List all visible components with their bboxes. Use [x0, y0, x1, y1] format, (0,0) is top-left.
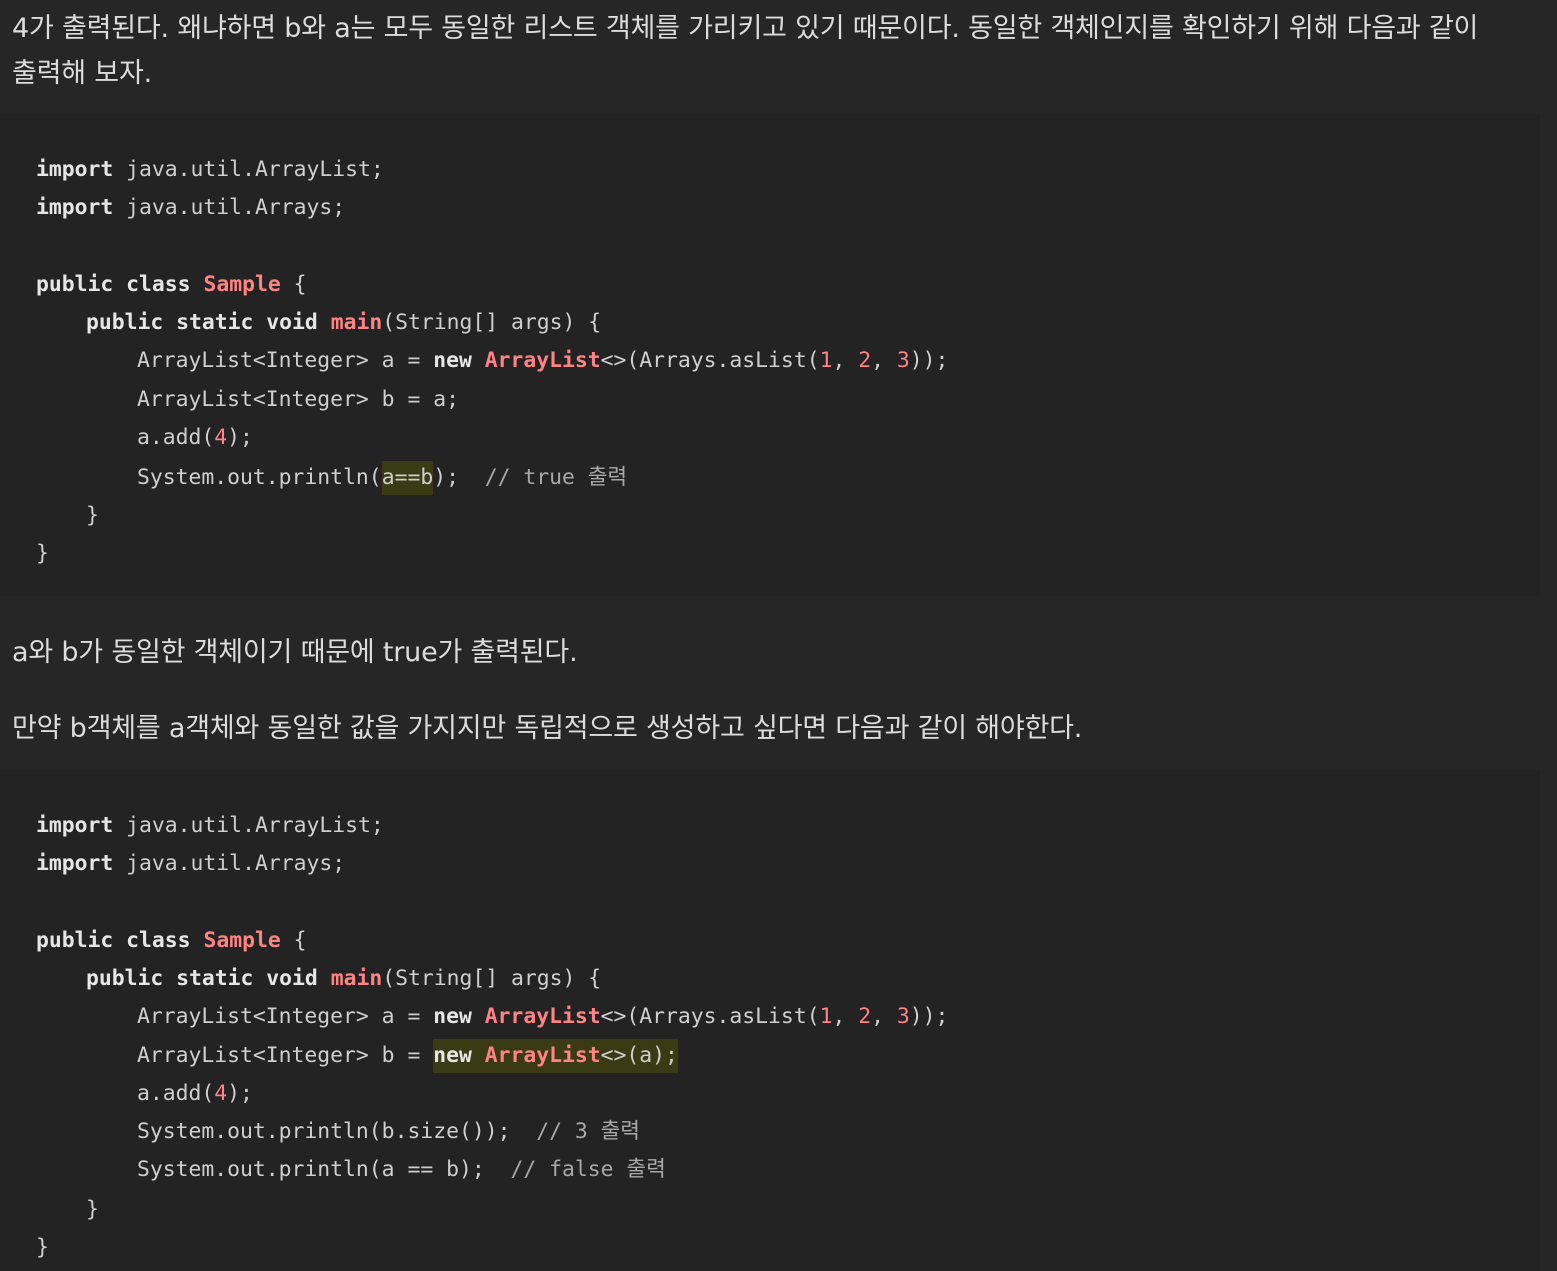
code-class-name: ArrayList: [484, 1043, 601, 1068]
code-number: 4: [214, 1081, 228, 1106]
code-text: );: [227, 425, 253, 450]
code-text: ,: [832, 348, 859, 373]
code-text: <>(Arrays.asList(: [600, 1004, 820, 1029]
code-text: ));: [909, 348, 949, 373]
code-text: a.add(: [137, 1081, 215, 1106]
code-text: ArrayList<Integer> a =: [137, 1004, 434, 1029]
code-block-2: import java.util.ArrayList; import java.…: [0, 770, 1540, 1271]
code-line: import java.util.Arrays;: [36, 193, 345, 223]
code-line: a.add(4);: [137, 423, 253, 453]
code-number: 1: [819, 1004, 833, 1029]
code-class-name: ArrayList: [484, 348, 601, 373]
code-line: a.add(4);: [137, 1079, 253, 1109]
code-keyword: import: [36, 813, 114, 838]
code-text: ,: [871, 348, 897, 373]
code-line: ArrayList<Integer> a = new ArrayList<>(A…: [137, 346, 948, 376]
intro-paragraph: 4가 출력된다. 왜냐하면 b와 a는 모두 동일한 리스트 객체를 가리키고 …: [12, 13, 1479, 89]
code-line: System.out.println(a==b); // true 출력: [137, 461, 628, 495]
code-block-1: import java.util.ArrayList; import java.…: [0, 114, 1540, 596]
code-line: public static void main(String[] args) {: [86, 308, 601, 338]
code-keyword: new: [433, 1043, 472, 1068]
code-keyword: new: [433, 1004, 472, 1029]
code-text: java.util.Arrays;: [113, 195, 346, 220]
code-keyword: public static void: [86, 310, 318, 335]
code-class-name: ArrayList: [484, 1004, 601, 1029]
code-text: ,: [871, 1004, 897, 1029]
code-text: ,: [832, 1004, 859, 1029]
code-line: import java.util.ArrayList;: [36, 811, 384, 841]
code-method-name: main: [330, 966, 383, 991]
code-line: ArrayList<Integer> b = a;: [137, 387, 459, 412]
code-text: {: [280, 928, 307, 953]
code-keyword: new: [433, 348, 472, 373]
code-number: 2: [858, 1004, 872, 1029]
code-text: java.util.ArrayList;: [113, 813, 384, 838]
highlighted-code: new ArrayList<>(a);: [433, 1039, 678, 1073]
code-text: System.out.println(a == b);: [137, 1157, 511, 1182]
code-text: <>(a);: [600, 1043, 678, 1068]
code-text: <>(Arrays.asList(: [600, 348, 820, 373]
article-page: 4가 출력된다. 왜냐하면 b와 a는 모두 동일한 리스트 객체를 가리키고 …: [0, 0, 1557, 1271]
code-line: ArrayList<Integer> b = new ArrayList<>(a…: [137, 1039, 678, 1073]
code-line: public class Sample {: [36, 270, 306, 300]
code-text: ArrayList<Integer> a =: [137, 348, 434, 373]
code-text: {: [280, 272, 307, 297]
code-line: public static void main(String[] args) {: [86, 964, 601, 994]
highlighted-code: a==b: [381, 461, 434, 495]
code-number: 2: [858, 348, 872, 373]
code-text: java.util.ArrayList;: [113, 157, 384, 182]
code-class-name: Sample: [203, 928, 281, 953]
code-line: import java.util.Arrays;: [36, 849, 345, 879]
code-text: a.add(: [137, 425, 215, 450]
code-line: ArrayList<Integer> a = new ArrayList<>(A…: [137, 1002, 948, 1032]
code-keyword: public class: [36, 928, 191, 953]
code-text: System.out.println(: [137, 465, 382, 490]
copy-object-paragraph: 만약 b객체를 a객체와 동일한 값을 가지지만 독립적으로 생성하고 싶다면 …: [12, 713, 1083, 744]
code-comment: // false 출력: [510, 1157, 666, 1182]
code-number: 3: [896, 1004, 910, 1029]
code-keyword: public class: [36, 272, 191, 297]
code-line: }: [86, 1197, 99, 1222]
code-keyword: import: [36, 195, 114, 220]
code-line: public class Sample {: [36, 926, 306, 956]
code-comment: // true 출력: [484, 465, 628, 490]
code-line: }: [36, 541, 49, 566]
code-number: 1: [819, 348, 833, 373]
code-number: 4: [214, 425, 228, 450]
code-text: java.util.Arrays;: [113, 851, 346, 876]
code-line: System.out.println(b.size()); // 3 출력: [137, 1117, 640, 1147]
code-keyword: import: [36, 157, 114, 182]
code-keyword: import: [36, 851, 114, 876]
code-keyword: public static void: [86, 966, 318, 991]
code-line: System.out.println(a == b); // false 출력: [137, 1155, 666, 1185]
code-class-name: Sample: [203, 272, 281, 297]
code-line: }: [36, 1235, 49, 1260]
same-object-paragraph: a와 b가 동일한 객체이기 때문에 true가 출력된다.: [12, 637, 578, 668]
code-comment: // 3 출력: [536, 1119, 640, 1144]
code-text: ArrayList<Integer> b =: [137, 1043, 434, 1068]
code-text: System.out.println(b.size());: [137, 1119, 537, 1144]
code-text: );: [433, 465, 485, 490]
code-text: (String[] args) {: [382, 966, 602, 991]
code-line: }: [86, 503, 99, 528]
code-text: ));: [909, 1004, 949, 1029]
code-number: 3: [896, 348, 910, 373]
code-line: import java.util.ArrayList;: [36, 155, 384, 185]
code-text: (String[] args) {: [382, 310, 602, 335]
code-text: );: [227, 1081, 253, 1106]
code-method-name: main: [330, 310, 383, 335]
